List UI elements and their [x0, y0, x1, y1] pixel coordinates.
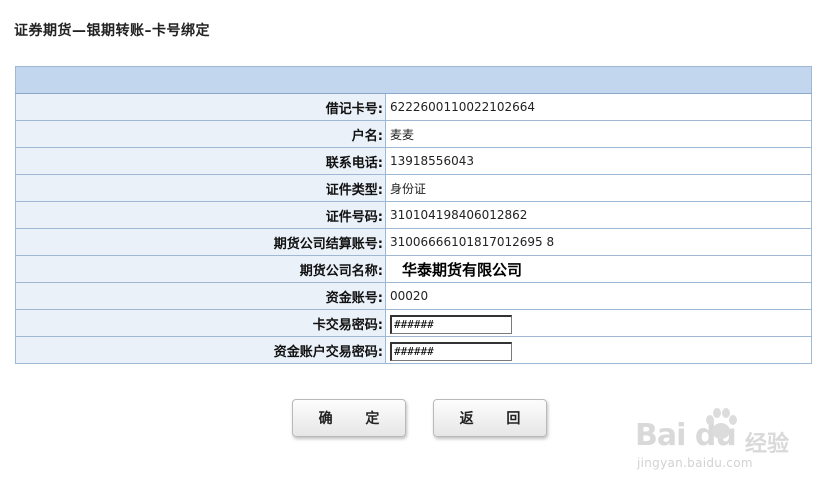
fund-password-label: 资金账户交易密码:: [15, 336, 386, 364]
row-fund-password: 资金账户交易密码:: [15, 336, 812, 364]
account-name-label: 户名:: [15, 120, 386, 148]
company-name-cell: 华泰期货有限公司: [385, 255, 812, 283]
id-type-value: 身份证: [385, 174, 812, 202]
card-password-cell: [385, 309, 812, 337]
row-account-name: 户名: 麦麦: [15, 120, 812, 148]
phone-label: 联系电话:: [15, 147, 386, 175]
fund-password-cell: [385, 336, 812, 364]
row-company-name: 期货公司名称: 华泰期货有限公司: [15, 255, 812, 283]
row-id-type: 证件类型: 身份证: [15, 174, 812, 202]
back-button[interactable]: 返 回: [433, 399, 547, 437]
company-name-label: 期货公司名称:: [15, 255, 386, 283]
watermark-jingyan-text: 经验: [745, 432, 790, 457]
debit-card-value: 6222600110022102664: [385, 93, 812, 121]
fund-password-input[interactable]: [390, 341, 512, 361]
id-number-label: 证件号码:: [15, 201, 386, 229]
fund-account-value: 00020: [385, 282, 812, 310]
confirm-button[interactable]: 确 定: [292, 399, 406, 437]
debit-card-label: 借记卡号:: [15, 93, 386, 121]
row-fund-account: 资金账号: 00020: [15, 282, 812, 310]
fund-account-label: 资金账号:: [15, 282, 386, 310]
row-debit-card: 借记卡号: 6222600110022102664: [15, 93, 812, 121]
baidu-jingyan-watermark: Bai du 经验 jingyan.baidu.com: [635, 404, 815, 474]
form-header-row: [15, 66, 812, 94]
form-header-cell: [15, 66, 812, 94]
settlement-account-value: 31006666101817012695 8: [385, 228, 812, 256]
row-phone: 联系电话: 13918556043: [15, 147, 812, 175]
settlement-account-label: 期货公司结算账号:: [15, 228, 386, 256]
id-number-value: 310104198406012862: [385, 201, 812, 229]
id-type-label: 证件类型:: [15, 174, 386, 202]
watermark-url-text: jingyan.baidu.com: [637, 456, 753, 470]
row-settlement-account: 期货公司结算账号: 31006666101817012695 8: [15, 228, 812, 256]
paw-icon: [706, 408, 737, 439]
card-password-input[interactable]: [390, 314, 512, 334]
card-binding-form: 借记卡号: 6222600110022102664 户名: 麦麦 联系电话: 1…: [15, 66, 812, 364]
card-password-label: 卡交易密码:: [15, 309, 386, 337]
phone-value: 13918556043: [385, 147, 812, 175]
company-name-value: 华泰期货有限公司: [402, 260, 523, 279]
account-name-value: 麦麦: [385, 120, 812, 148]
row-card-password: 卡交易密码:: [15, 309, 812, 337]
row-id-number: 证件号码: 310104198406012862: [15, 201, 812, 229]
page-title: 证券期货—银期转账–卡号绑定: [14, 23, 210, 39]
